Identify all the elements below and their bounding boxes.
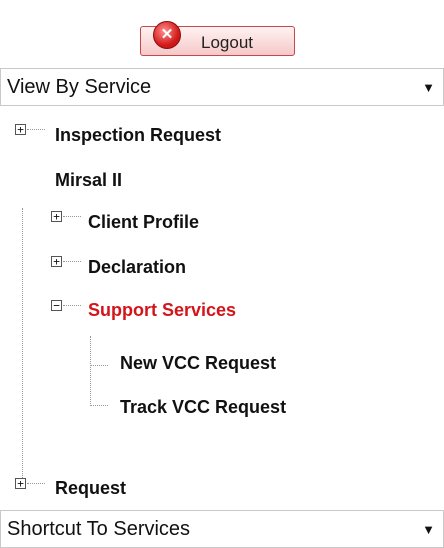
- shortcut-to-services-select[interactable]: Shortcut To Services ▼: [0, 510, 444, 548]
- tree-line: [63, 261, 81, 262]
- logout-button[interactable]: ✕ Logout: [140, 21, 295, 56]
- tree-line: [27, 129, 45, 130]
- expand-plus-icon[interactable]: +: [15, 478, 26, 489]
- tree-item-client-profile[interactable]: Client Profile: [88, 212, 199, 233]
- tree-line: [22, 208, 23, 482]
- tree-item-support-services[interactable]: Support Services: [88, 300, 236, 321]
- tree-line: [63, 216, 81, 217]
- chevron-down-icon: ▼: [422, 80, 435, 95]
- tree-item-request[interactable]: Request: [55, 478, 126, 499]
- close-icon: ✕: [153, 21, 181, 49]
- chevron-down-icon: ▼: [422, 522, 435, 537]
- tree-item-new-vcc-request[interactable]: New VCC Request: [120, 353, 276, 374]
- tree-line: [90, 336, 91, 404]
- shortcut-to-services-value: Shortcut To Services: [7, 518, 191, 540]
- expand-plus-icon[interactable]: +: [15, 124, 26, 135]
- logout-label: Logout: [201, 33, 253, 52]
- tree-line: [27, 483, 45, 484]
- expand-plus-icon[interactable]: +: [51, 211, 62, 222]
- tree-item-track-vcc-request[interactable]: Track VCC Request: [120, 397, 286, 418]
- view-by-service-select[interactable]: View By Service ▼: [0, 68, 444, 106]
- tree-line: [90, 405, 108, 406]
- tree-item-mirsal-ii: Mirsal II: [55, 170, 123, 190]
- collapse-minus-icon[interactable]: −: [51, 300, 62, 311]
- tree-line: [63, 305, 81, 306]
- expand-plus-icon[interactable]: +: [51, 256, 62, 267]
- tree-item-declaration[interactable]: Declaration: [88, 257, 186, 278]
- tree-line: [90, 365, 108, 366]
- tree-item-inspection-request[interactable]: Inspection Request: [55, 125, 221, 146]
- view-by-service-value: View By Service: [7, 76, 152, 98]
